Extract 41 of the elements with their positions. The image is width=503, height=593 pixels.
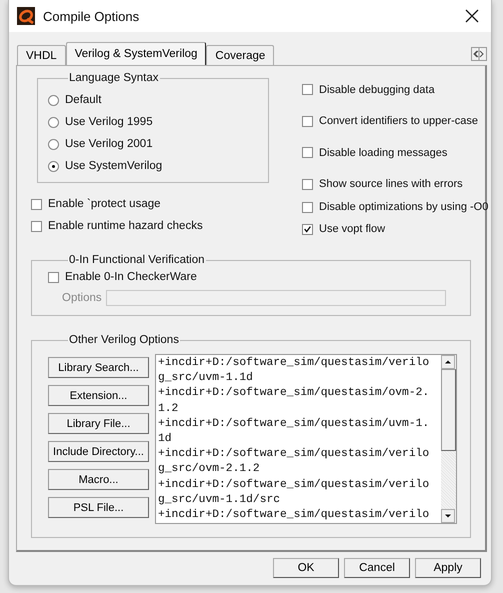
radio-label: Use SystemVerilog xyxy=(65,160,162,172)
checkbox-label: Enable runtime hazard checks xyxy=(48,220,203,232)
group-title: Language Syntax xyxy=(68,72,160,84)
group-title: Other Verilog Options xyxy=(68,334,180,346)
radio-label: Use Verilog 1995 xyxy=(65,116,153,128)
field-label: Options xyxy=(62,292,102,304)
radio-label: Use Verilog 2001 xyxy=(65,138,153,150)
tab[interactable]: Coverage xyxy=(206,45,274,65)
group-title: 0-In Functional Verification xyxy=(68,254,206,266)
checkbox-label: Disable debugging data xyxy=(319,84,435,96)
text-line: g_src/uvm-1.1d xyxy=(158,371,254,386)
text-line: 1d xyxy=(158,432,173,448)
window-title: Compile Options xyxy=(43,8,140,24)
text-line: 1.2 xyxy=(158,402,180,417)
tab[interactable]: VHDL xyxy=(17,45,66,65)
option-button[interactable]: Include Directory... xyxy=(48,441,149,462)
text-line: +incdir+D:/software_sim/questasim/verilo xyxy=(158,447,430,462)
dialog-button[interactable]: Apply xyxy=(415,558,481,578)
checkbox-label: Disable optimizations by using -O0 xyxy=(319,201,488,213)
text-line: +incdir+D:/software_sim/questasim/ovm-2. xyxy=(158,386,430,402)
checkbox-label: Enable `protect usage xyxy=(48,198,161,210)
checkbox-label: Use vopt flow xyxy=(319,223,386,235)
dialog-button[interactable]: Cancel xyxy=(344,558,410,578)
dialog-button[interactable]: OK xyxy=(273,558,339,578)
option-button[interactable]: PSL File... xyxy=(48,497,149,518)
checkbox-label: Disable loading messages xyxy=(319,146,448,159)
option-button[interactable]: Library Search... xyxy=(48,357,149,378)
checkbox-label: Convert identifiers to upper-case xyxy=(319,115,478,128)
text-line: g_src/ovm-2.1.2 xyxy=(158,462,261,478)
checkbox-label: Show source lines with errors xyxy=(319,178,463,190)
text-line: +incdir+D:/software_sim/questasim/verilo xyxy=(158,508,430,523)
radio-label: Default xyxy=(65,94,102,106)
text-line: g_src/uvm-1.1d/src xyxy=(158,492,282,508)
text-line: +incdir+D:/software_sim/questasim/verilo xyxy=(158,356,430,371)
text-line: +incdir+D:/software_sim/questasim/verilo xyxy=(158,478,430,493)
checkbox-label: Enable 0-In CheckerWare xyxy=(65,271,197,283)
text-line: +incdir+D:/software_sim/questasim/uvm-1. xyxy=(158,416,430,432)
option-button[interactable]: Library File... xyxy=(48,413,149,434)
option-button[interactable]: Macro... xyxy=(48,469,149,490)
option-button[interactable]: Extension... xyxy=(48,385,149,406)
tab[interactable]: Verilog & SystemVerilog xyxy=(66,42,206,65)
